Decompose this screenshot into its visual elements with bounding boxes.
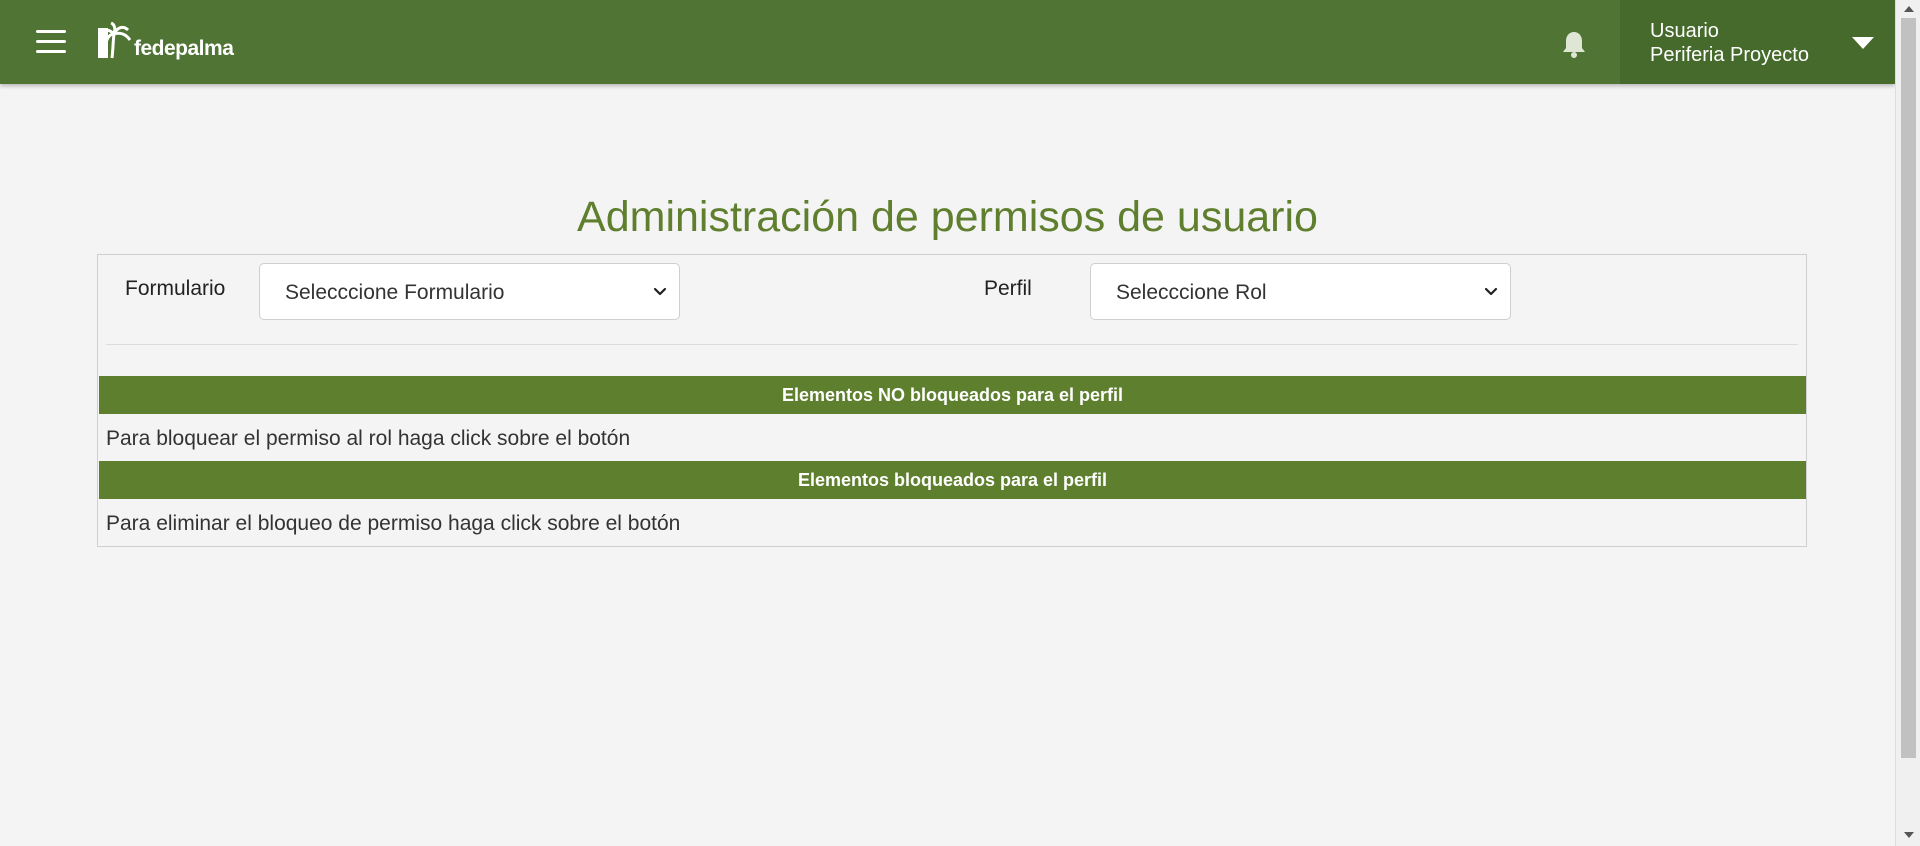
scroll-down-icon[interactable] <box>1904 832 1914 838</box>
unblocked-section-note: Para bloquear el permiso al rol haga cli… <box>106 427 631 450</box>
top-navbar: fedepalma Usuario Periferia Proyecto <box>0 0 1895 84</box>
bell-icon[interactable] <box>1558 28 1590 60</box>
user-menu[interactable]: Usuario Periferia Proyecto <box>1620 0 1895 84</box>
profile-label: Perfil <box>984 277 1032 300</box>
permissions-panel: Formulario Selecccione Formulario Perfil… <box>97 254 1807 547</box>
divider <box>106 344 1798 345</box>
user-name: Usuario <box>1650 20 1719 42</box>
logo-text: fedepalma <box>134 37 234 60</box>
profile-select[interactable]: Selecccione Rol <box>1090 263 1511 320</box>
chevron-down-icon <box>653 287 667 296</box>
fedepalma-logo[interactable]: fedepalma <box>92 22 234 62</box>
chevron-down-icon <box>1484 287 1498 296</box>
hamburger-icon[interactable] <box>36 30 66 54</box>
unblocked-section-header: Elementos NO bloqueados para el perfil <box>99 376 1806 414</box>
user-role: Periferia Proyecto <box>1650 44 1809 66</box>
blocked-section-header: Elementos bloqueados para el perfil <box>99 461 1806 499</box>
form-label: Formulario <box>125 277 226 300</box>
scrollbar-thumb[interactable] <box>1901 18 1916 758</box>
form-select[interactable]: Selecccione Formulario <box>259 263 680 320</box>
caret-down-icon[interactable] <box>1852 37 1874 49</box>
blocked-section-note: Para eliminar el bloqueo de permiso haga… <box>106 512 681 535</box>
form-select-value: Selecccione Formulario <box>285 281 505 304</box>
profile-select-value: Selecccione Rol <box>1116 281 1267 304</box>
page-title: Administración de permisos de usuario <box>577 193 1318 241</box>
scroll-up-icon[interactable] <box>1904 6 1914 12</box>
page-scrollbar[interactable] <box>1895 0 1920 846</box>
palm-tree-logo-icon <box>92 22 136 62</box>
